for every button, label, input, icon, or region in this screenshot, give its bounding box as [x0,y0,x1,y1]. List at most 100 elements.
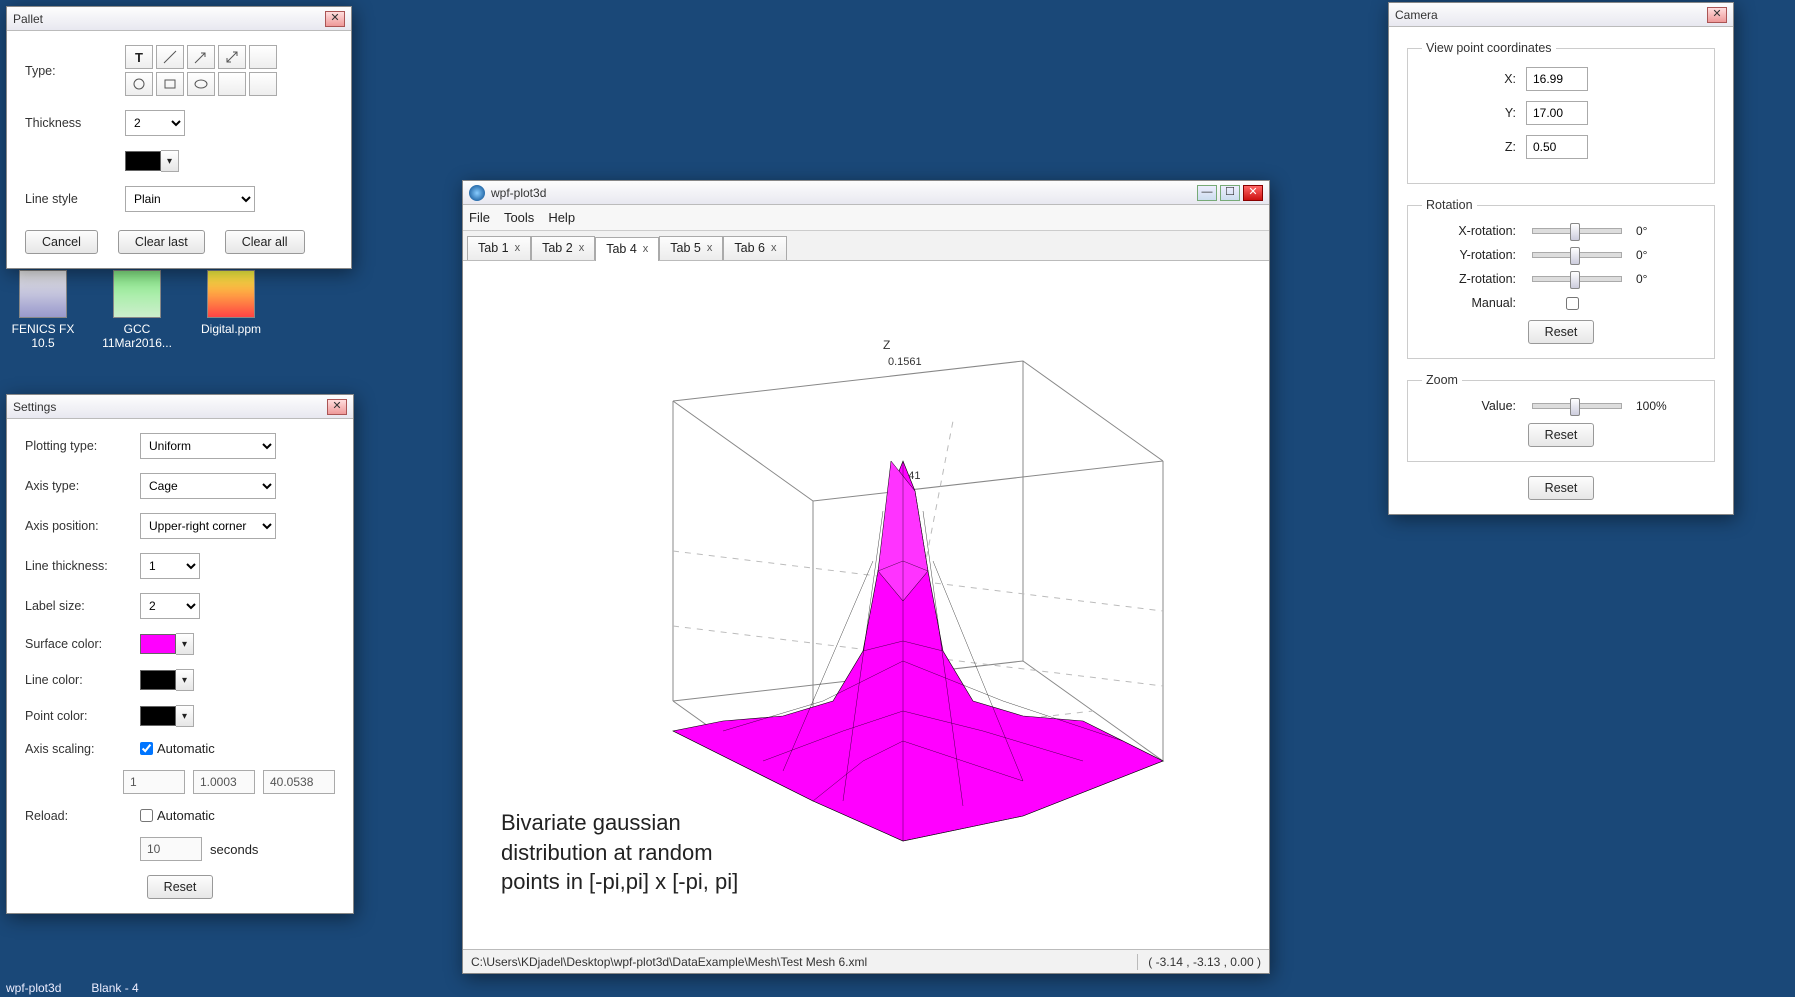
desktop-icon[interactable]: GCC 11Mar2016... [102,270,172,350]
reload-auto-checkbox[interactable] [140,809,153,822]
chart-caption: Bivariate gaussian distribution at rando… [501,808,761,897]
close-tab-icon[interactable]: x [771,242,777,254]
chevron-down-icon[interactable]: ▾ [161,150,179,172]
tool-line-icon[interactable] [156,45,184,69]
y-input[interactable] [1526,101,1588,125]
plot-canvas[interactable]: Z 0.1561 0.041 [463,261,1269,949]
chevron-down-icon[interactable]: ▾ [176,669,194,691]
linestyle-label: Line style [25,192,125,206]
status-coords: ( -3.14 , -3.13 , 0.00 ) [1148,955,1261,969]
close-icon[interactable]: ✕ [1243,185,1263,201]
yrot-slider[interactable] [1532,252,1622,258]
thickness-label: Thickness [25,116,125,130]
clear-last-button[interactable]: Clear last [118,230,205,254]
tool-arrow-icon[interactable] [187,45,215,69]
xrot-value: 0° [1636,224,1680,238]
desktop-icon[interactable]: FENICS FX 10.5 [8,270,78,350]
zoom-slider[interactable] [1532,403,1622,409]
menubar: File Tools Help [463,205,1269,231]
reload-seconds-input[interactable] [140,837,202,861]
window-title: wpf-plot3d [491,186,1194,200]
camera-window: Camera ✕ View point coordinates X: Y: Z:… [1388,2,1734,515]
color-combo[interactable]: ▾ [125,150,179,172]
z-input[interactable] [1526,135,1588,159]
axis-z-label: Z [883,338,890,352]
close-icon[interactable]: ✕ [327,399,347,415]
app-icon [19,270,67,318]
menu-tools[interactable]: Tools [504,210,534,225]
titlebar[interactable]: Settings ✕ [7,395,353,419]
rotation-group: Rotation X-rotation:0° Y-rotation:0° Z-r… [1407,198,1715,359]
x-input[interactable] [1526,67,1588,91]
reload-label: Reload: [25,809,140,823]
yrot-label: Y-rotation: [1422,248,1526,262]
xrot-label: X-rotation: [1422,224,1526,238]
tab[interactable]: Tab 5x [659,236,723,260]
axis-scaling-auto-checkbox[interactable] [140,742,153,755]
close-tab-icon[interactable]: x [707,242,713,254]
cancel-button[interactable]: Cancel [25,230,98,254]
tab[interactable]: Tab 4x [595,237,659,261]
desktop-icon-label: GCC 11Mar2016... [102,322,172,350]
group-legend: View point coordinates [1422,41,1556,55]
zrot-slider[interactable] [1532,276,1622,282]
tool-double-arrow-icon[interactable] [218,45,246,69]
point-color-combo[interactable]: ▾ [140,705,194,727]
menu-file[interactable]: File [469,210,490,225]
reset-button[interactable]: Reset [147,875,214,899]
xrot-slider[interactable] [1532,228,1622,234]
line-thickness-select[interactable]: 1 [140,553,200,579]
desktop-icon[interactable]: Digital.ppm [196,270,266,350]
manual-checkbox[interactable] [1566,297,1579,310]
minimize-icon[interactable]: — [1197,185,1217,201]
tab[interactable]: Tab 6x [723,236,787,260]
close-tab-icon[interactable]: x [515,242,521,254]
plotting-type-select[interactable]: Uniform [140,433,276,459]
linestyle-select[interactable]: Plain [125,186,255,212]
main-window: wpf-plot3d — ☐ ✕ File Tools Help Tab 1x … [462,180,1270,974]
manual-label: Manual: [1422,296,1526,310]
maximize-icon[interactable]: ☐ [1220,185,1240,201]
desktop-icons: FENICS FX 10.5 GCC 11Mar2016... Digital.… [0,270,266,350]
close-icon[interactable]: ✕ [325,11,345,27]
thickness-select[interactable]: 2 [125,110,185,136]
label-size-select[interactable]: 2 [140,593,200,619]
menu-help[interactable]: Help [548,210,575,225]
axis-position-select[interactable]: Upper-right corner [140,513,276,539]
reset-all-button[interactable]: Reset [1528,476,1595,500]
scale-z-input[interactable] [263,770,335,794]
scale-y-input[interactable] [193,770,255,794]
type-grid: T [125,45,277,96]
reset-zoom-button[interactable]: Reset [1528,423,1595,447]
tab-label: Tab 1 [478,241,509,255]
tool-rect-icon[interactable] [156,72,184,96]
tool-text-icon[interactable]: T [125,45,153,69]
chevron-down-icon[interactable]: ▾ [176,633,194,655]
taskbar-item[interactable]: Blank - 4 [91,981,138,995]
tool-blank-icon[interactable] [249,45,277,69]
tool-blank-icon[interactable] [249,72,277,96]
tab[interactable]: Tab 1 x [467,236,531,260]
chevron-down-icon[interactable]: ▾ [176,705,194,727]
reset-rotation-button[interactable]: Reset [1528,320,1595,344]
zoom-label: Value: [1422,399,1526,413]
titlebar[interactable]: Pallet ✕ [7,7,351,31]
surface-color-combo[interactable]: ▾ [140,633,194,655]
tool-circle-icon[interactable] [125,72,153,96]
close-tab-icon[interactable]: x [643,243,649,255]
tool-ellipse-icon[interactable] [187,72,215,96]
axis-type-select[interactable]: Cage [140,473,276,499]
clear-all-button[interactable]: Clear all [225,230,305,254]
tool-blank-icon[interactable] [218,72,246,96]
close-tab-icon[interactable]: x [579,242,585,254]
scale-x-input[interactable] [123,770,185,794]
close-icon[interactable]: ✕ [1707,7,1727,23]
titlebar[interactable]: wpf-plot3d — ☐ ✕ [463,181,1269,205]
color-swatch [140,634,176,654]
color-swatch [140,706,176,726]
titlebar[interactable]: Camera ✕ [1389,3,1733,27]
settings-window: Settings ✕ Plotting type: Uniform Axis t… [6,394,354,914]
taskbar-item[interactable]: wpf-plot3d [6,981,61,995]
tab[interactable]: Tab 2x [531,236,595,260]
line-color-combo[interactable]: ▾ [140,669,194,691]
